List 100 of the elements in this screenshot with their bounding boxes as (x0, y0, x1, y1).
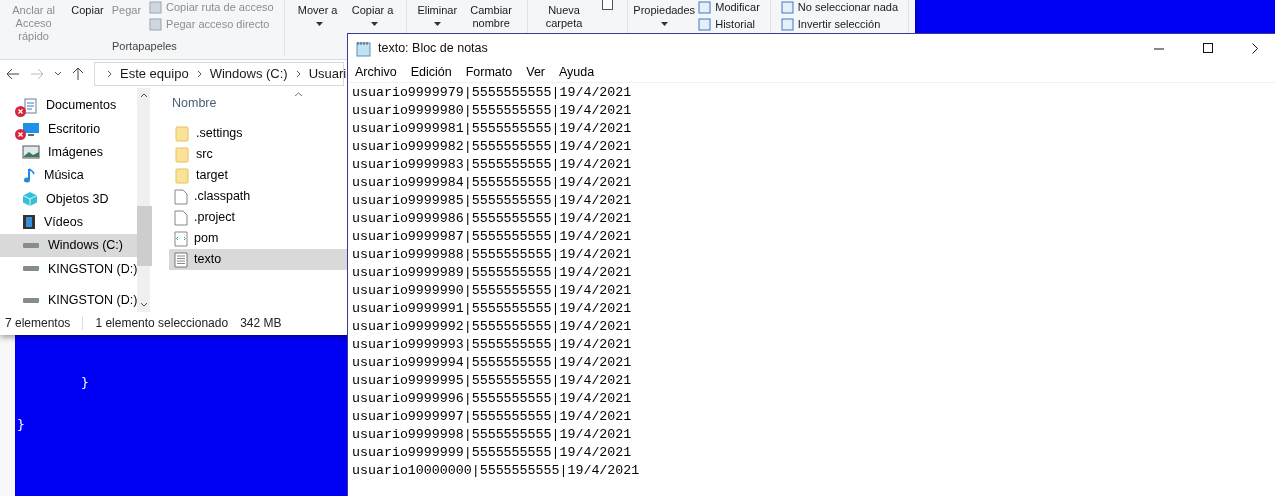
back-arrow-icon[interactable] (6, 68, 20, 80)
ribbon-button[interactable]: Cambiar nombre (461, 0, 522, 30)
menu-item[interactable]: Formato (465, 63, 513, 82)
file-icon (174, 188, 188, 205)
breadcrumb-item[interactable]: Usuari (308, 64, 347, 84)
nav-item[interactable]: Música (0, 164, 138, 188)
breadcrumb-item[interactable]: Windows (C:) (209, 64, 288, 84)
file-row[interactable]: texto (169, 249, 347, 270)
text-line: usuario9999990|5555555555|19/4/2021 (352, 282, 632, 300)
xml-file-icon (174, 230, 188, 247)
selection-info: 1 elemento seleccionado (95, 315, 229, 332)
text-line: usuario9999981|5555555555|19/4/2021 (352, 120, 632, 138)
folder-icon (174, 167, 190, 184)
text-line: usuario9999995|5555555555|19/4/2021 (352, 372, 632, 390)
code-line: } (81, 374, 89, 392)
ribbon-button[interactable]: Propiedades (634, 0, 695, 26)
command-icon (698, 18, 712, 31)
monitor-icon (22, 121, 40, 137)
ribbon-menu-item[interactable]: Invertir selección (780, 18, 899, 31)
text-line: usuario9999996|5555555555|19/4/2021 (352, 390, 632, 408)
menu-item[interactable]: Ver (526, 63, 545, 82)
document-icon (22, 97, 38, 114)
chevron-up-icon (139, 92, 148, 98)
folder-icon (174, 125, 190, 142)
cube-icon (22, 190, 38, 207)
text-line: usuario9999988|5555555555|19/4/2021 (352, 246, 632, 264)
text-line: usuario9999980|5555555555|19/4/2021 (352, 102, 632, 120)
breadcrumb-item[interactable]: Este equipo (120, 64, 189, 84)
window-title: texto: Bloc de notas (378, 40, 488, 58)
text-file-icon (174, 251, 188, 268)
command-icon (698, 1, 712, 14)
item-count: 7 elementos (5, 315, 71, 332)
picture-icon (22, 145, 40, 160)
file-row[interactable]: pom (169, 228, 347, 249)
nav-item[interactable]: Escritorio (0, 117, 138, 141)
text-line: usuario9999986|5555555555|19/4/2021 (352, 210, 632, 228)
text-line: usuario9999994|5555555555|19/4/2021 (352, 354, 632, 372)
nav-item[interactable]: KINGSTON (D:) (0, 257, 138, 281)
notepad-icon (356, 40, 371, 57)
film-icon (22, 214, 36, 231)
scrollbar[interactable] (137, 88, 150, 312)
text-line: usuario9999998|5555555555|19/4/2021 (352, 426, 632, 444)
checkbox[interactable] (602, 0, 614, 10)
chevron-down-icon (139, 302, 148, 308)
text-line: usuario9999979|5555555555|19/4/2021 (352, 84, 632, 102)
caret-icon (315, 22, 323, 27)
nav-item[interactable]: Vídeos (0, 210, 138, 234)
text-line: usuario9999993|5555555555|19/4/2021 (352, 336, 632, 354)
menu-item[interactable]: Ayuda (559, 63, 595, 82)
ribbon-menu-item[interactable]: Historial (698, 18, 760, 31)
text-line: usuario10000000|5555555555|19/4/2021 (352, 462, 640, 480)
nav-item[interactable]: KINGSTON (D:) (0, 288, 138, 312)
text-line: usuario9999992|5555555555|19/4/2021 (352, 318, 632, 336)
code-line: } (17, 416, 25, 434)
ribbon-button[interactable]: Copiar a (344, 0, 401, 30)
ribbon-menu-item[interactable]: No seleccionar nada (780, 1, 899, 14)
command-icon (149, 18, 163, 31)
sort-caret-icon (294, 91, 303, 97)
ribbon-button[interactable]: Eliminar (413, 0, 462, 26)
up-arrow-icon[interactable] (72, 67, 84, 81)
text-line: usuario9999983|5555555555|19/4/2021 (352, 156, 632, 174)
file-row[interactable]: src (169, 144, 347, 165)
ribbon-button[interactable]: Nueva carpeta (534, 0, 595, 30)
file-icon (174, 209, 188, 226)
caret-icon (433, 22, 441, 26)
nav-item[interactable]: Objetos 3D (0, 187, 138, 211)
music-note-icon (22, 167, 36, 184)
maximize-icon[interactable] (1203, 43, 1214, 54)
menu-item[interactable]: Archivo (355, 63, 397, 82)
file-row[interactable]: target (169, 165, 347, 186)
command-icon (780, 1, 794, 14)
column-header[interactable]: Nombre (169, 93, 217, 113)
chevron-right-icon (107, 70, 112, 78)
file-row[interactable]: .settings (169, 123, 347, 144)
text-line: usuario9999989|5555555555|19/4/2021 (352, 264, 632, 282)
ribbon-group-label: Portapapeles (112, 39, 177, 53)
nav-item[interactable]: Documentos (0, 94, 138, 118)
file-row[interactable]: .project (169, 207, 347, 228)
text-line: usuario9999991|5555555555|19/4/2021 (352, 300, 632, 318)
close-icon[interactable] (1252, 43, 1258, 54)
chevron-down-icon[interactable] (54, 71, 62, 77)
text-line: usuario9999982|5555555555|19/4/2021 (352, 138, 632, 156)
drive-icon (23, 266, 39, 272)
selection-size: 342 MB (240, 315, 282, 332)
text-line: usuario9999997|5555555555|19/4/2021 (352, 408, 632, 426)
address-bar[interactable]: Este equipo Windows (C:) Usuari (94, 62, 344, 86)
file-row[interactable]: .classpath (169, 186, 347, 207)
drive-icon (23, 297, 39, 303)
text-line: usuario9999984|5555555555|19/4/2021 (352, 174, 632, 192)
text-line: usuario9999987|5555555555|19/4/2021 (352, 228, 632, 246)
ribbon-button[interactable]: Copiar (67, 0, 108, 17)
nav-item[interactable]: Imágenes (0, 140, 138, 164)
nav-item[interactable]: Windows (C:) (0, 233, 138, 258)
text-line: usuario9999999|5555555555|19/4/2021 (352, 444, 632, 462)
ribbon-menu-item[interactable]: Modificar (698, 1, 760, 14)
ribbon-button[interactable]: Mover a (290, 0, 345, 30)
chevron-right-icon (196, 70, 202, 78)
menu-item[interactable]: Edición (410, 63, 452, 82)
text-line: usuario9999985|5555555555|19/4/2021 (352, 192, 632, 210)
caret-icon (660, 22, 668, 26)
